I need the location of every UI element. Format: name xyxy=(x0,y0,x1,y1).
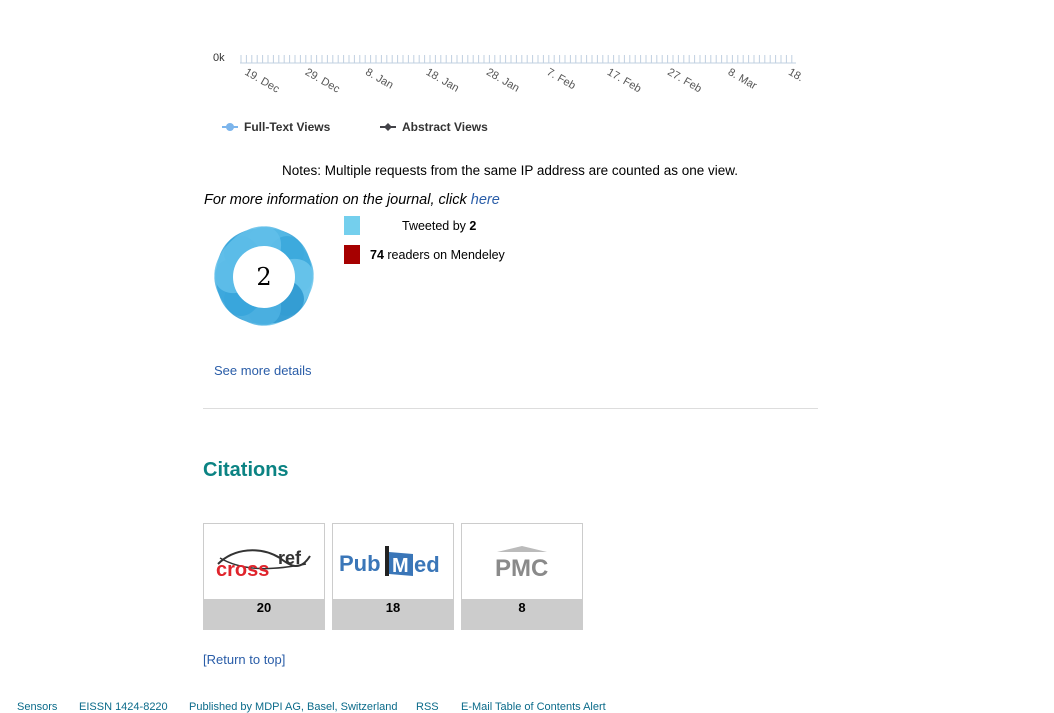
twitter-color-swatch xyxy=(344,216,360,235)
y-axis-label: 0k xyxy=(213,52,225,64)
abstract-views-marker-icon xyxy=(380,123,396,131)
crossref-logo-icon: cross ref xyxy=(216,548,311,581)
x-axis-tick-label: 18. Jan xyxy=(424,66,461,94)
svg-text:Pub: Pub xyxy=(339,551,381,576)
mendeley-reader-line: 74 readers on Mendeley xyxy=(370,248,505,262)
x-axis-tick-label: 17. Feb xyxy=(605,66,643,95)
crossref-citation-count: 20 xyxy=(204,599,324,629)
pmc-logo: PMC xyxy=(462,524,582,599)
svg-text:ed: ed xyxy=(414,552,440,577)
journal-info-link[interactable]: here xyxy=(471,192,500,208)
legend-label: Full-Text Views xyxy=(244,120,331,134)
svg-text:M: M xyxy=(392,555,409,577)
citations-heading: Citations xyxy=(203,459,289,481)
pmc-logo-icon: PMC xyxy=(495,545,548,582)
x-axis-tick-label: 28. Jan xyxy=(484,66,521,94)
legend-label: Abstract Views xyxy=(402,120,488,134)
pubmed-citation-count: 18 xyxy=(333,599,453,629)
crossref-logo: cross ref xyxy=(204,524,324,599)
x-axis-tick-label: 8. Jan xyxy=(363,66,395,91)
legend-full-text-views[interactable]: Full-Text Views xyxy=(222,120,330,134)
pubmed-citation-box[interactable]: Pub M ed 18 xyxy=(332,523,454,630)
x-axis-tick-label: 27. Feb xyxy=(665,66,703,95)
footer-link-rss[interactable]: RSS xyxy=(416,701,439,713)
see-more-details-link[interactable]: See more details xyxy=(214,363,312,378)
x-axis-tick-label: 8. Mar xyxy=(726,66,759,92)
footer-link-journal[interactable]: Sensors xyxy=(17,701,57,713)
mendeley-reader-count: 74 xyxy=(370,248,384,262)
svg-text:cross: cross xyxy=(216,559,269,581)
tweet-count-line: Tweeted by 2 xyxy=(402,219,476,233)
tweet-count-label: Tweeted by xyxy=(402,219,470,233)
return-to-top-link[interactable]: [Return to top] xyxy=(203,652,285,667)
pmc-citation-box[interactable]: PMC 8 xyxy=(461,523,583,630)
svg-text:ref: ref xyxy=(278,548,302,568)
altmetric-score: 2 xyxy=(233,246,295,308)
tweet-count-value: 2 xyxy=(469,219,477,233)
pubmed-logo: Pub M ed xyxy=(333,524,453,599)
x-axis-tick-label: 7. Feb xyxy=(545,66,578,92)
mendeley-color-swatch xyxy=(344,245,360,264)
crossref-citation-box[interactable]: cross ref 20 xyxy=(203,523,325,630)
mendeley-reader-label: readers on Mendeley xyxy=(383,248,505,262)
svg-text:PMC: PMC xyxy=(495,555,548,582)
legend-abstract-views[interactable]: Abstract Views xyxy=(380,120,488,134)
full-text-views-marker-icon xyxy=(222,123,238,131)
pubmed-logo-icon: Pub M ed xyxy=(339,545,440,577)
x-axis-tick-label: 29. Dec xyxy=(303,66,342,96)
footer-link-publisher[interactable]: Published by MDPI AG, Basel, Switzerland xyxy=(189,701,397,713)
footer-bar: Sensors EISSN 1424-8220 Published by MDP… xyxy=(0,701,1054,713)
section-divider xyxy=(203,408,818,409)
x-axis-tick-label: 19. Dec xyxy=(243,66,282,96)
views-notes: Notes: Multiple requests from the same I… xyxy=(282,163,738,178)
pmc-citation-count: 8 xyxy=(462,599,582,629)
x-axis-tick-labels: 19. Dec 29. Dec 8. Jan 18. Jan 28. Jan 7. Feb… xyxy=(243,66,806,96)
x-axis-minor-ticks xyxy=(240,55,793,63)
footer-link-email-alert[interactable]: E-Mail Table of Contents Alert xyxy=(461,701,606,713)
journal-info-text: For more information on the journal, cli… xyxy=(204,192,471,208)
footer-link-eissn[interactable]: EISSN 1424-8220 xyxy=(79,701,168,713)
views-chart: 0k 19. Dec 29. Dec 8. Jan 18. Jan 28. Jan 7. … xyxy=(213,52,806,96)
x-axis-tick-label: 18. xyxy=(786,66,805,84)
journal-info-line: For more information on the journal, cli… xyxy=(204,192,500,208)
